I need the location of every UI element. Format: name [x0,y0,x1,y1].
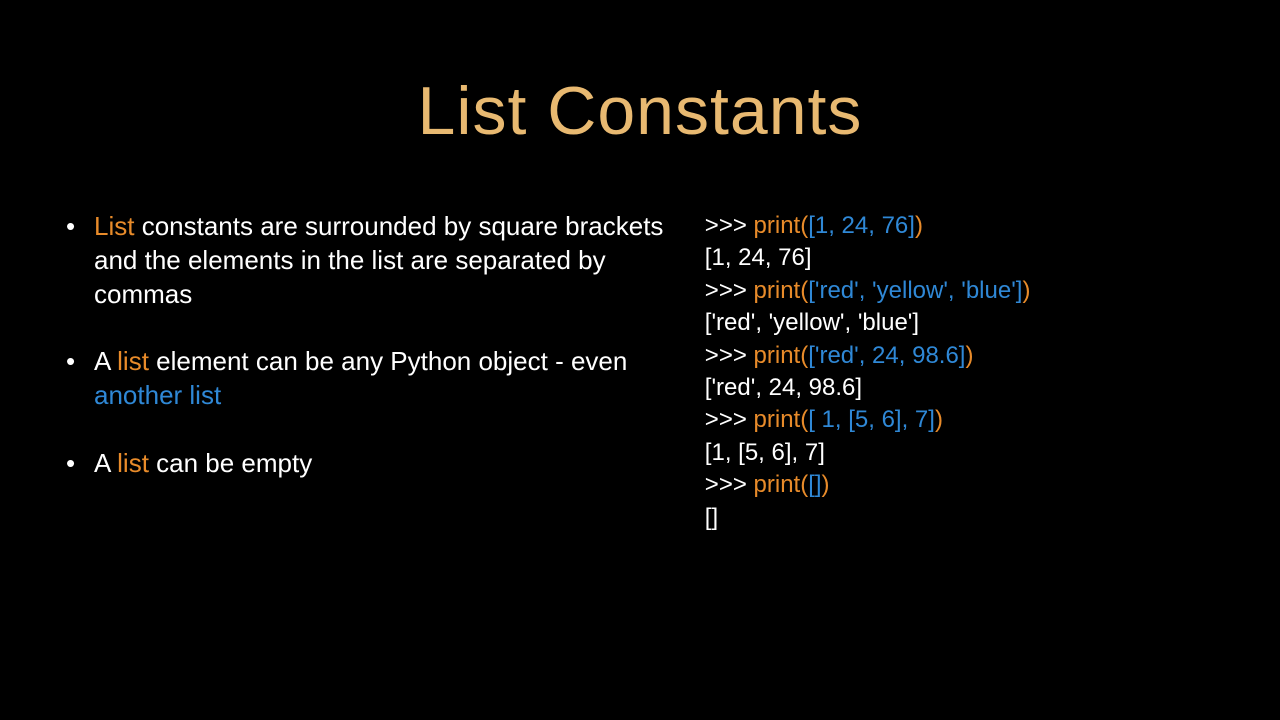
code-arg: ['red', 24, 98.6] [808,342,965,369]
highlight-text: another list [94,380,221,410]
bullet-text: can be empty [149,448,312,478]
highlight-text: list [117,448,149,478]
bullet-item: List constants are surrounded by square … [60,210,665,311]
code-call: ) [935,406,943,433]
code-output: ['red', 'yellow', 'blue'] [705,307,1220,339]
code-line: >>> print([1, 24, 76]) [705,210,1220,242]
code-output: ['red', 24, 98.6] [705,372,1220,404]
code-call: print( [754,277,809,304]
code-line: >>> print(['red', 'yellow', 'blue']) [705,275,1220,307]
code-call: ) [822,471,830,498]
code-arg: [] [808,471,821,498]
code-line: >>> print([ 1, [5, 6], 7]) [705,404,1220,436]
bullet-column: List constants are surrounded by square … [60,210,665,534]
code-call: ) [965,342,973,369]
code-prompt: >>> [705,342,754,369]
slide-body: List constants are surrounded by square … [0,150,1280,534]
code-call: ) [1022,277,1030,304]
code-arg: ['red', 'yellow', 'blue'] [808,277,1022,304]
bullet-text: constants are surrounded by square brack… [94,211,663,309]
code-prompt: >>> [705,212,754,239]
code-output: [1, 24, 76] [705,242,1220,274]
code-call: print( [754,212,809,239]
bullet-text: A [94,448,117,478]
bullet-item: A list can be empty [60,447,665,481]
code-arg: [ 1, [5, 6], 7] [808,406,935,433]
code-prompt: >>> [705,406,754,433]
code-column: >>> print([1, 24, 76]) [1, 24, 76] >>> p… [705,210,1220,534]
code-prompt: >>> [705,471,754,498]
slide-title: List Constants [0,0,1280,150]
highlight-text: list [117,346,149,376]
bullet-text: A [94,346,117,376]
code-output: [1, [5, 6], 7] [705,437,1220,469]
slide: List Constants List constants are surrou… [0,0,1280,720]
highlight-text: List [94,211,134,241]
code-line: >>> print([]) [705,469,1220,501]
code-call: print( [754,406,809,433]
bullet-list: List constants are surrounded by square … [60,210,665,481]
code-output: [] [705,502,1220,534]
code-arg: [1, 24, 76] [808,212,915,239]
code-line: >>> print(['red', 24, 98.6]) [705,340,1220,372]
code-prompt: >>> [705,277,754,304]
bullet-text: element can be any Python object - even [149,346,627,376]
bullet-item: A list element can be any Python object … [60,345,665,413]
code-call: print( [754,342,809,369]
code-call: ) [915,212,923,239]
code-call: print( [754,471,809,498]
